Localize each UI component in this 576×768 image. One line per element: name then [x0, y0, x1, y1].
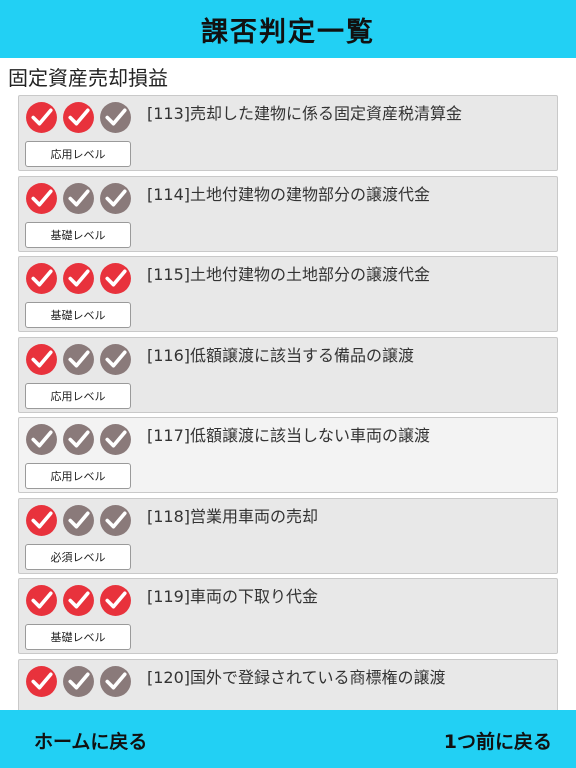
- check-icon: [26, 504, 57, 536]
- item-title: [113]売却した建物に係る固定資産税清算金: [147, 104, 463, 123]
- check-icon: [63, 665, 94, 697]
- check-icon: [26, 182, 57, 214]
- check-icon: [26, 585, 57, 616]
- check-marks: [25, 262, 136, 295]
- check-marks: [25, 584, 136, 617]
- check-marks: [25, 343, 136, 376]
- check-icon: [63, 343, 94, 375]
- check-icon: [63, 504, 94, 536]
- item-title: [114]土地付建物の建物部分の譲渡代金: [147, 184, 431, 204]
- check-icon: [63, 182, 94, 214]
- list-item[interactable]: [120]国外で登録されている商標権の譲渡: [18, 658, 558, 710]
- check-icon: [26, 665, 57, 697]
- level-button[interactable]: 基礎レベル: [25, 302, 131, 328]
- header-bar: 課否判定一覧: [0, 0, 576, 58]
- page-title: 課否判定一覧: [201, 16, 375, 48]
- item-title: [120]国外で登録されている商標権の譲渡: [147, 667, 446, 687]
- check-icon: [63, 263, 94, 294]
- list-item[interactable]: 応用レベル [113]売却した建物に係る固定資産税清算金: [18, 95, 558, 171]
- item-title: [117]低額譲渡に該当しない車両の譲渡: [147, 426, 431, 445]
- list-item[interactable]: 応用レベル [117]低額譲渡に該当しない車両の譲渡: [18, 417, 558, 493]
- check-marks: [25, 423, 136, 456]
- item-title: [119]車両の下取り代金: [147, 587, 319, 606]
- item-title: [118]営業用車両の売却: [147, 506, 319, 526]
- back-button[interactable]: 1つ前に戻る: [444, 727, 552, 754]
- list-item[interactable]: 基礎レベル [115]土地付建物の土地部分の譲渡代金: [18, 256, 558, 332]
- check-icon: [100, 102, 131, 133]
- check-icon: [100, 182, 131, 214]
- footer-bar: ホームに戻る 1つ前に戻る: [0, 710, 576, 768]
- level-button[interactable]: 応用レベル: [25, 141, 131, 167]
- level-button[interactable]: 基礎レベル: [25, 221, 131, 248]
- check-icon: [100, 585, 131, 616]
- level-button[interactable]: 必須レベル: [25, 543, 131, 570]
- check-icon: [100, 263, 131, 294]
- item-title: [116]低額譲渡に該当する備品の譲渡: [147, 345, 415, 365]
- check-icon: [26, 424, 57, 455]
- level-button[interactable]: 応用レベル: [25, 382, 131, 409]
- check-icon: [100, 343, 131, 375]
- check-icon: [26, 343, 57, 375]
- check-icon: [26, 263, 57, 294]
- check-icon: [26, 102, 57, 133]
- check-icon: [100, 504, 131, 536]
- check-marks: [25, 101, 136, 134]
- list-item[interactable]: 応用レベル [116]低額譲渡に該当する備品の譲渡: [18, 336, 558, 413]
- check-icon: [63, 424, 94, 455]
- level-button[interactable]: 応用レベル: [25, 463, 131, 489]
- list-item[interactable]: 基礎レベル [119]車両の下取り代金: [18, 578, 558, 654]
- check-icon: [63, 102, 94, 133]
- check-icon: [63, 585, 94, 616]
- home-button[interactable]: ホームに戻る: [34, 727, 147, 754]
- list-item[interactable]: 必須レベル [118]営業用車両の売却: [18, 497, 558, 574]
- section-title: 固定資産売却損益: [8, 66, 168, 90]
- check-marks: [25, 182, 136, 215]
- check-icon: [100, 424, 131, 455]
- check-marks: [25, 504, 136, 537]
- check-icon: [100, 665, 131, 697]
- question-list[interactable]: 応用レベル [113]売却した建物に係る固定資産税清算金 基礎レベル [114]…: [18, 95, 558, 710]
- check-marks: [25, 665, 136, 698]
- list-item[interactable]: 基礎レベル [114]土地付建物の建物部分の譲渡代金: [18, 175, 558, 252]
- level-button[interactable]: 基礎レベル: [25, 624, 131, 650]
- item-title: [115]土地付建物の土地部分の譲渡代金: [147, 265, 431, 284]
